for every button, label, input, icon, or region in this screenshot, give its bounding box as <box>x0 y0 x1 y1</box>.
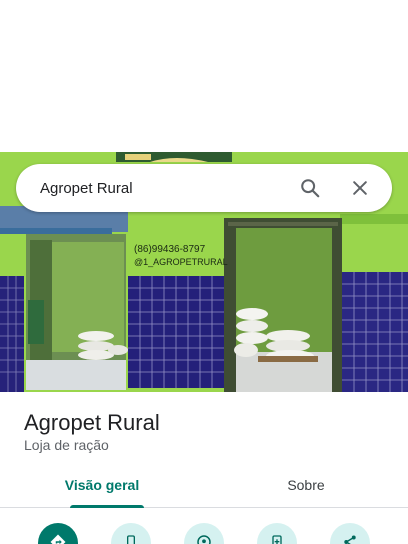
add-to-phone-icon <box>272 535 282 544</box>
action-row <box>0 520 408 544</box>
tab-overview[interactable]: Visão geral <box>0 466 204 508</box>
tab-overview-label: Visão geral <box>64 477 140 493</box>
close-icon <box>353 181 367 195</box>
place-tabs: Visão geral Sobre <box>0 466 408 508</box>
search-icon <box>301 179 320 198</box>
directions-icon <box>50 534 66 544</box>
place-category: Loja de ração <box>24 437 109 453</box>
tab-active-indicator <box>70 505 144 508</box>
nearby-button[interactable] <box>184 523 224 544</box>
search-input[interactable]: Agropet Rural <box>40 180 292 197</box>
send-to-phone-button[interactable] <box>257 523 297 544</box>
tab-about-label: Sobre <box>287 477 325 493</box>
directions-button[interactable] <box>38 523 78 544</box>
share-button[interactable] <box>330 523 370 544</box>
storefront-handle-text: @1_AGROPETRURAL <box>134 257 228 267</box>
storefront-phone-text: (86)99436-8797 <box>134 244 206 255</box>
tab-about[interactable]: Sobre <box>204 466 408 507</box>
share-icon <box>344 535 356 544</box>
phone-icon <box>127 535 135 544</box>
close-button[interactable] <box>342 170 378 206</box>
location-pin-icon <box>197 535 211 544</box>
search-button[interactable] <box>292 170 328 206</box>
place-page: (86)99436-8797 @1_AGROPETRURAL Agropet R… <box>0 0 408 544</box>
call-button[interactable] <box>111 523 151 544</box>
place-title: Agropet Rural <box>24 410 160 435</box>
search-bar[interactable]: Agropet Rural <box>16 164 392 212</box>
